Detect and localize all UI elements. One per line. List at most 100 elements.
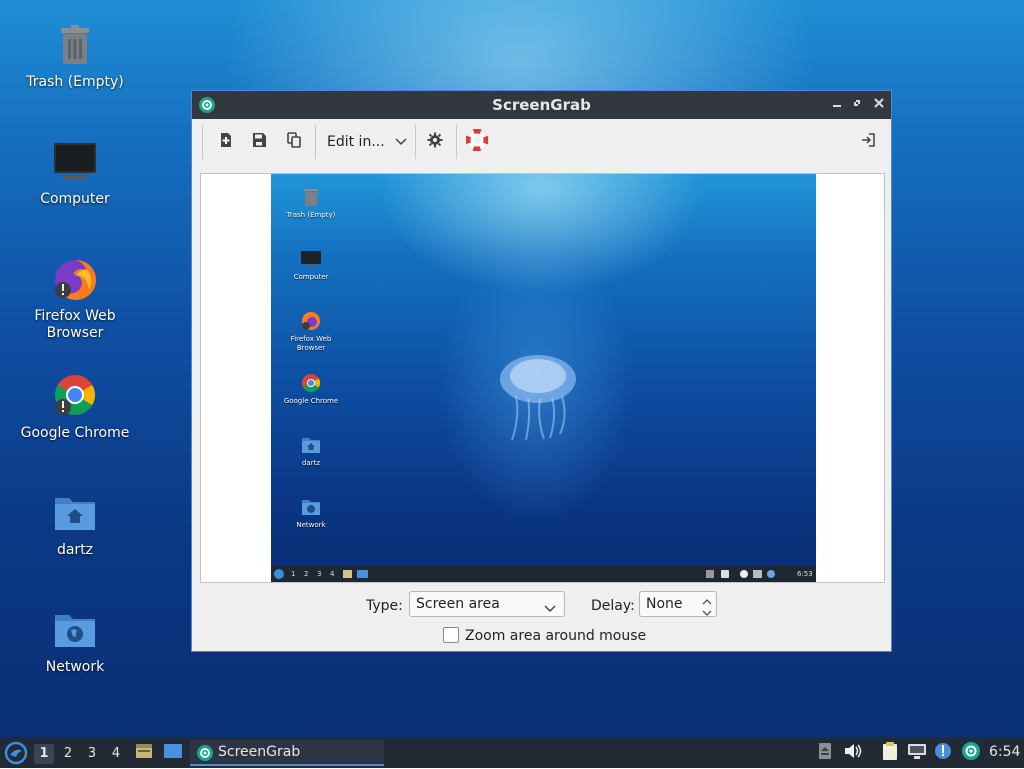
close-button[interactable] [870, 95, 888, 115]
desktop-icon-label: Google Chrome [20, 425, 130, 441]
clipboard-icon [881, 741, 899, 765]
desktop-icon-label: Network [45, 659, 105, 675]
volume-tray[interactable] [842, 742, 864, 764]
desktop-icon-firefox[interactable]: Firefox Web Browser [10, 256, 140, 342]
preview-icon-firefox: Firefox Web Browser [276, 310, 346, 353]
screengrab-tray[interactable] [960, 742, 982, 764]
preview-workspace: 3 [317, 570, 322, 578]
preview-icon-label: Computer [293, 273, 329, 281]
preview-taskbar: 1 2 3 4 6:53 [271, 566, 816, 582]
window-titlebar[interactable]: ScreenGrab [192, 91, 891, 119]
start-menu-button[interactable] [4, 741, 28, 765]
preview-icon-chrome: Google Chrome [276, 372, 346, 406]
workspace-3[interactable]: 3 [82, 744, 102, 764]
update-notifier-icon [933, 741, 953, 765]
home-folder-icon [51, 490, 99, 538]
help-button[interactable] [463, 128, 491, 156]
desktop-icon [357, 570, 368, 578]
home-folder-icon [300, 434, 322, 456]
preview-workspace: 4 [330, 570, 335, 578]
new-screenshot-button[interactable] [212, 128, 240, 156]
file-manager-launcher[interactable] [133, 742, 155, 764]
chrome-icon [51, 373, 99, 421]
type-label: Type: [366, 598, 403, 614]
delay-spinbox[interactable]: None [639, 591, 717, 617]
workspace-1[interactable]: 1 [34, 744, 54, 764]
desktop-icon-chrome[interactable]: Google Chrome [10, 373, 140, 442]
screenshot-preview-image: Trash (Empty) Computer Firefox Web Brows… [271, 174, 816, 582]
monitor-icon [51, 139, 99, 187]
desktop-icon-dartz[interactable]: dartz [10, 490, 140, 559]
desktop-icon-label: dartz [56, 542, 94, 558]
quit-button[interactable] [854, 128, 882, 156]
zoom-checkbox[interactable] [443, 627, 459, 643]
type-select-value: Screen area [416, 596, 500, 612]
removable-media-tray[interactable] [814, 742, 836, 764]
network-tray-icon [753, 570, 762, 578]
desktop-icon-network[interactable]: Network [10, 607, 140, 676]
preview-icon-trash: Trash (Empty) [276, 186, 346, 220]
delay-value: None [646, 596, 683, 612]
screenshot-preview-area: Trash (Empty) Computer Firefox Web Brows… [200, 173, 885, 583]
updates-tray[interactable] [932, 742, 954, 764]
preview-icon-dartz: dartz [276, 434, 346, 468]
save-button[interactable] [245, 128, 273, 156]
show-desktop-button[interactable] [162, 742, 184, 764]
preview-icon-label: Network [296, 521, 326, 529]
preview-workspace: 1 [291, 570, 296, 578]
desktop-icon-computer[interactable]: Computer [10, 139, 140, 208]
tray-icon [740, 570, 748, 578]
desktop-icon-label: Firefox Web Browser [34, 308, 116, 341]
minimize-button[interactable] [828, 95, 846, 115]
file-manager-icon [343, 570, 352, 578]
toolbar: Edit in... [192, 119, 891, 165]
maximize-button[interactable] [848, 95, 866, 115]
desktop-icon-trash[interactable]: Trash (Empty) [10, 22, 140, 91]
new-document-icon [218, 132, 234, 152]
preview-icon-computer: Computer [276, 248, 346, 282]
chevron-down-icon [544, 601, 556, 617]
desktop-icon [163, 741, 183, 765]
edit-in-label: Edit in... [327, 134, 385, 150]
firefox-icon [300, 310, 322, 332]
workspace-2[interactable]: 2 [58, 744, 78, 764]
trash-icon [51, 22, 99, 70]
workspace-4[interactable]: 4 [106, 744, 126, 764]
capture-controls: Type: Screen area Delay: None Zoom area … [192, 591, 891, 651]
toolbar-separator [315, 125, 316, 159]
preview-clock: 6:53 [797, 570, 813, 578]
preview-icon-label: dartz [301, 459, 321, 467]
spin-down-icon[interactable] [702, 605, 712, 621]
jellyfish-graphic [496, 354, 581, 444]
clock[interactable]: 6:54 [989, 744, 1020, 760]
taskbar: 1 2 3 4 ScreenGrab 6:54 [0, 738, 1024, 768]
type-select[interactable]: Screen area [409, 591, 565, 617]
task-label: ScreenGrab [218, 744, 301, 760]
start-menu-icon [274, 569, 284, 579]
network-folder-icon [51, 607, 99, 655]
volume-icon [721, 570, 729, 578]
network-wired-icon [907, 742, 927, 764]
screengrab-app-icon [196, 744, 214, 766]
chrome-icon [300, 372, 322, 394]
desktop-icon-label: Trash (Empty) [26, 74, 124, 90]
screengrab-app-icon [961, 741, 981, 765]
preview-icon-label: Firefox Web Browser [290, 335, 332, 352]
preview-icon-label: Google Chrome [283, 397, 339, 405]
trash-icon [300, 186, 322, 208]
monitor-icon [300, 248, 322, 270]
copy-icon [286, 132, 302, 152]
options-button[interactable] [421, 128, 449, 156]
network-tray[interactable] [906, 742, 928, 764]
window-title: ScreenGrab [492, 96, 591, 114]
tray-icon [706, 570, 714, 578]
toolbar-handle [202, 125, 203, 159]
edit-in-button[interactable]: Edit in... [320, 128, 408, 156]
save-icon [251, 132, 267, 152]
toolbar-separator [456, 125, 457, 159]
clipboard-tray[interactable] [879, 742, 901, 764]
preview-icon-label: Trash (Empty) [286, 211, 336, 219]
copy-button[interactable] [280, 128, 308, 156]
delay-label: Delay: [591, 598, 635, 614]
task-screengrab[interactable]: ScreenGrab [190, 740, 384, 766]
